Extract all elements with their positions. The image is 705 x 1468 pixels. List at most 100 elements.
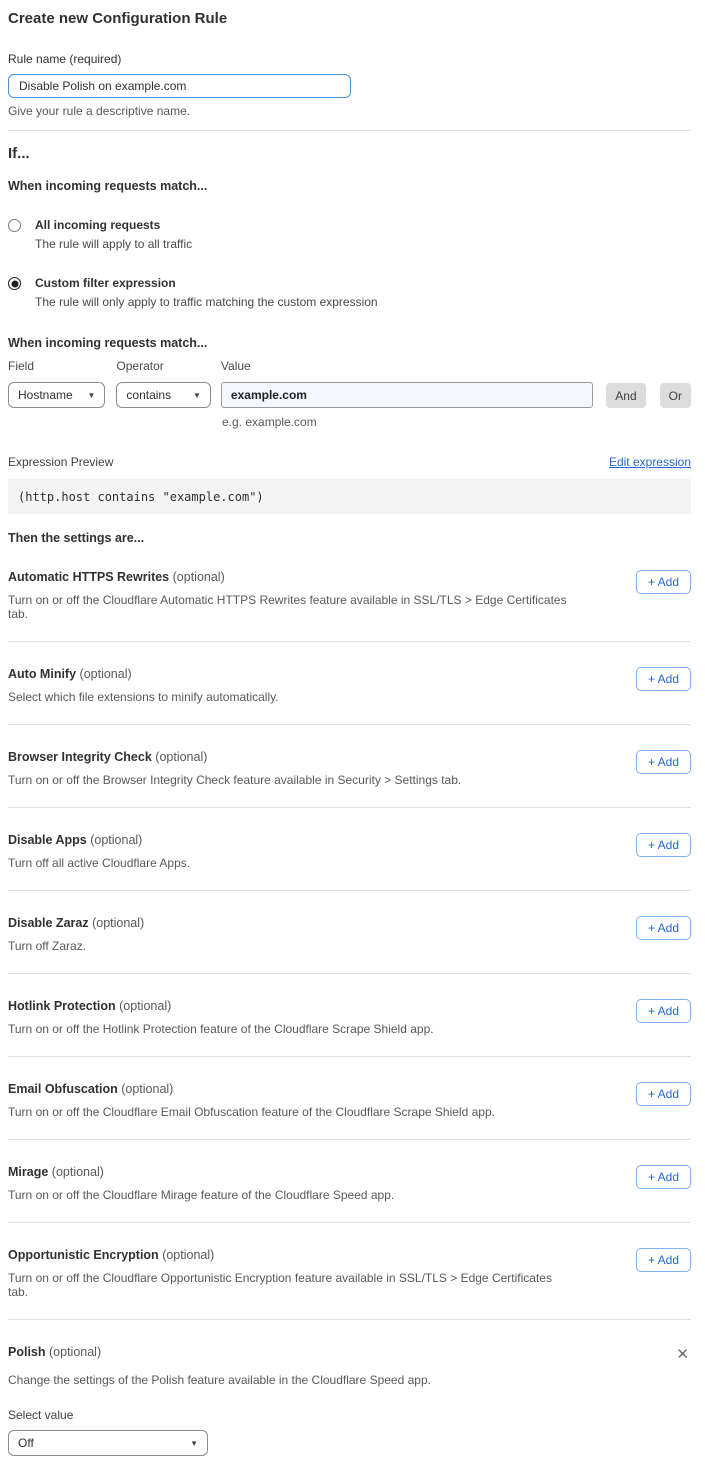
radio-option-description: The rule will only apply to traffic matc…	[35, 295, 378, 309]
add-button[interactable]: + Add	[636, 1082, 691, 1106]
add-button[interactable]: + Add	[636, 1165, 691, 1189]
setting-description: Turn off Zaraz.	[8, 939, 144, 953]
then-settings-heading: Then the settings are...	[8, 531, 691, 545]
setting-title-text: Mirage	[8, 1165, 48, 1179]
setting-optional: (optional)	[155, 750, 207, 764]
setting-description: Turn off all active Cloudflare Apps.	[8, 856, 190, 870]
radio-option-label: Custom filter expression	[35, 276, 378, 290]
setting-row: Browser Integrity Check (optional) Turn …	[8, 725, 691, 808]
value-input[interactable]	[221, 382, 593, 408]
setting-description: Turn on or off the Browser Integrity Che…	[8, 773, 461, 787]
expression-builder-row: Field Hostname ▼ Operator contains ▼ Val…	[8, 359, 691, 408]
add-button[interactable]: + Add	[636, 916, 691, 940]
settings-list: Automatic HTTPS Rewrites (optional) Turn…	[8, 545, 691, 1320]
setting-row: Disable Zaraz (optional) Turn off Zaraz.…	[8, 891, 691, 974]
setting-title-text: Disable Zaraz	[8, 916, 89, 930]
setting-title-text: Opportunistic Encryption	[8, 1248, 159, 1262]
setting-optional: (optional)	[92, 916, 144, 930]
radio-option-all-requests[interactable]: All incoming requests The rule will appl…	[8, 218, 691, 251]
setting-title: Disable Zaraz (optional)	[8, 916, 144, 930]
setting-title: Auto Minify (optional)	[8, 667, 279, 681]
setting-description: Turn on or off the Cloudflare Opportunis…	[8, 1271, 568, 1299]
chevron-down-icon: ▼	[87, 391, 95, 400]
setting-row-polish: Polish (optional) ✕ Change the settings …	[8, 1320, 691, 1456]
add-button[interactable]: + Add	[636, 667, 691, 691]
polish-select-value: Off	[18, 1436, 34, 1450]
setting-optional: (optional)	[49, 1345, 101, 1359]
operator-select[interactable]: contains ▼	[116, 382, 211, 408]
setting-title: Hotlink Protection (optional)	[8, 999, 434, 1013]
setting-title-text: Automatic HTTPS Rewrites	[8, 570, 169, 584]
close-icon[interactable]: ✕	[674, 1345, 691, 1364]
polish-value-select[interactable]: Off ▼	[8, 1430, 208, 1456]
add-button[interactable]: + Add	[636, 999, 691, 1023]
setting-row: Hotlink Protection (optional) Turn on or…	[8, 974, 691, 1057]
field-label: Field	[8, 359, 105, 373]
setting-title-text: Email Obfuscation	[8, 1082, 118, 1096]
setting-optional: (optional)	[52, 1165, 104, 1179]
builder-heading: When incoming requests match...	[8, 336, 691, 350]
value-hint: e.g. example.com	[222, 415, 691, 429]
setting-row: Auto Minify (optional) Select which file…	[8, 642, 691, 725]
or-button[interactable]: Or	[660, 383, 691, 408]
radio-option-label: All incoming requests	[35, 218, 192, 232]
edit-expression-link[interactable]: Edit expression	[609, 455, 691, 469]
setting-optional: (optional)	[90, 833, 142, 847]
setting-optional: (optional)	[121, 1082, 173, 1096]
if-heading: If...	[8, 145, 691, 162]
add-button[interactable]: + Add	[636, 833, 691, 857]
setting-title: Opportunistic Encryption (optional)	[8, 1248, 568, 1262]
and-button[interactable]: And	[606, 383, 645, 408]
add-button[interactable]: + Add	[636, 750, 691, 774]
match-heading: When incoming requests match...	[8, 179, 691, 193]
setting-row: Email Obfuscation (optional) Turn on or …	[8, 1057, 691, 1140]
chevron-down-icon: ▼	[190, 1439, 198, 1448]
setting-title: Polish (optional)	[8, 1345, 101, 1359]
rule-name-helper: Give your rule a descriptive name.	[8, 104, 691, 118]
setting-title: Email Obfuscation (optional)	[8, 1082, 495, 1096]
create-configuration-rule-form: Create new Configuration Rule Rule name …	[0, 0, 705, 1468]
setting-title-text: Polish	[8, 1345, 46, 1359]
setting-title-text: Hotlink Protection	[8, 999, 116, 1013]
setting-title: Automatic HTTPS Rewrites (optional)	[8, 570, 568, 584]
setting-description: Select which file extensions to minify a…	[8, 690, 279, 704]
radio-option-description: The rule will apply to all traffic	[35, 237, 192, 251]
operator-label: Operator	[116, 359, 211, 373]
setting-optional: (optional)	[119, 999, 171, 1013]
radio-button[interactable]	[8, 219, 21, 232]
setting-row: Automatic HTTPS Rewrites (optional) Turn…	[8, 545, 691, 642]
setting-description: Change the settings of the Polish featur…	[8, 1373, 691, 1387]
setting-title-text: Browser Integrity Check	[8, 750, 152, 764]
setting-row: Disable Apps (optional) Turn off all act…	[8, 808, 691, 891]
radio-button[interactable]	[8, 277, 21, 290]
expression-preview-code: (http.host contains "example.com")	[8, 479, 691, 514]
setting-description: Turn on or off the Cloudflare Automatic …	[8, 593, 568, 621]
select-value-label: Select value	[8, 1408, 691, 1422]
rule-name-label: Rule name (required)	[8, 52, 691, 66]
section-divider	[8, 130, 691, 131]
setting-title: Browser Integrity Check (optional)	[8, 750, 461, 764]
expression-preview-label: Expression Preview	[8, 455, 113, 469]
value-label: Value	[221, 359, 593, 373]
setting-title-text: Auto Minify	[8, 667, 76, 681]
setting-title-text: Disable Apps	[8, 833, 87, 847]
rule-name-input[interactable]	[8, 74, 351, 98]
operator-select-value: contains	[126, 388, 171, 402]
setting-description: Turn on or off the Cloudflare Email Obfu…	[8, 1105, 495, 1119]
radio-option-custom-expression[interactable]: Custom filter expression The rule will o…	[8, 276, 691, 309]
setting-title: Disable Apps (optional)	[8, 833, 190, 847]
expression-preview-header: Expression Preview Edit expression	[8, 455, 691, 469]
setting-description: Turn on or off the Hotlink Protection fe…	[8, 1022, 434, 1036]
chevron-down-icon: ▼	[193, 391, 201, 400]
field-select[interactable]: Hostname ▼	[8, 382, 105, 408]
setting-optional: (optional)	[80, 667, 132, 681]
setting-description: Turn on or off the Cloudflare Mirage fea…	[8, 1188, 394, 1202]
page-title: Create new Configuration Rule	[8, 10, 691, 27]
add-button[interactable]: + Add	[636, 570, 691, 594]
add-button[interactable]: + Add	[636, 1248, 691, 1272]
setting-optional: (optional)	[162, 1248, 214, 1262]
setting-optional: (optional)	[173, 570, 225, 584]
field-select-value: Hostname	[18, 388, 73, 402]
setting-title: Mirage (optional)	[8, 1165, 394, 1179]
setting-row: Mirage (optional) Turn on or off the Clo…	[8, 1140, 691, 1223]
